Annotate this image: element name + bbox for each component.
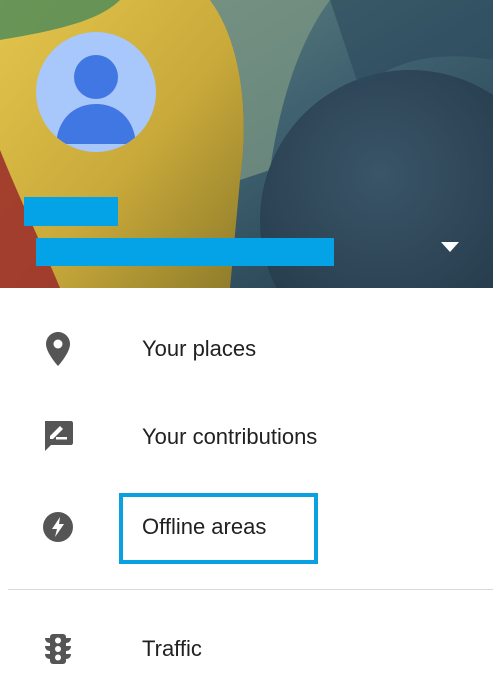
menu-item-traffic[interactable]: Traffic	[0, 606, 493, 683]
profile-avatar[interactable]	[36, 32, 156, 152]
menu-item-label: Your contributions	[142, 424, 318, 449]
account-email-redacted	[36, 238, 334, 266]
location-pin-icon	[36, 327, 80, 371]
navigation-drawer: Your places Your contributions Offline a…	[0, 0, 493, 683]
menu-item-your-contributions[interactable]: Your contributions	[0, 394, 493, 480]
menu-item-label: Your places	[142, 336, 257, 361]
offline-areas-highlight	[119, 493, 318, 564]
person-avatar-icon	[56, 55, 136, 144]
account-header	[0, 0, 493, 288]
traffic-light-icon	[36, 627, 80, 671]
menu-item-label: Traffic	[142, 636, 202, 661]
account-switcher-toggle[interactable]	[432, 234, 468, 260]
account-name-redacted	[24, 197, 118, 226]
offline-bolt-icon	[36, 505, 80, 549]
menu-item-your-places[interactable]: Your places	[0, 306, 493, 392]
edit-feedback-icon	[36, 415, 80, 459]
dropdown-triangle-icon	[441, 242, 459, 252]
menu-divider	[8, 589, 493, 590]
